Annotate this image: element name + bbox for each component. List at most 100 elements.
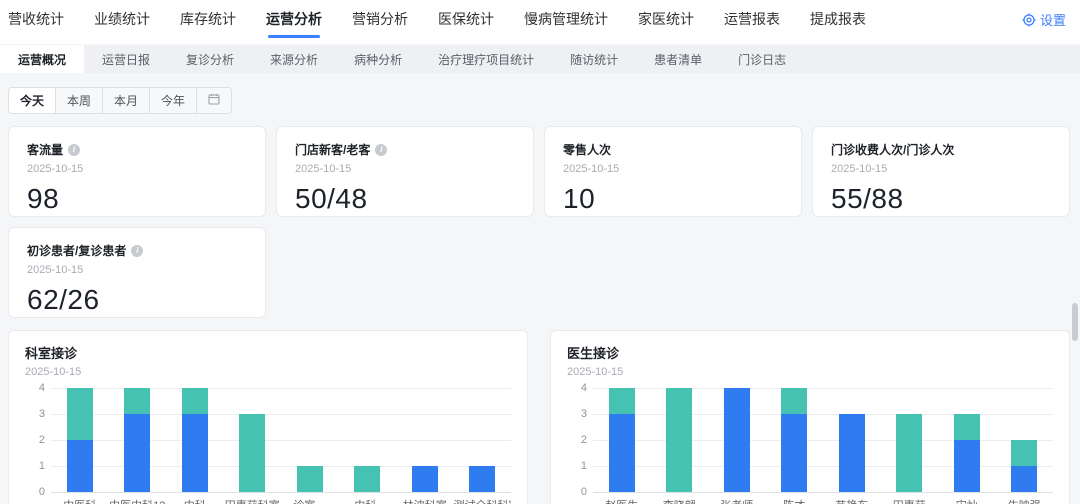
bar-slot <box>881 388 939 492</box>
bar-内科-[interactable] <box>354 466 381 492</box>
bar-segment-复诊人次[interactable] <box>953 414 980 440</box>
x-axis-label: 内科- <box>339 497 397 504</box>
x-axis-label: 宋灿 <box>938 497 996 504</box>
sub-nav-item-8[interactable]: 门诊日志 <box>720 45 804 73</box>
sub-nav-item-6[interactable]: 随访统计 <box>552 45 636 73</box>
bar-segment-复诊人次[interactable] <box>354 466 381 492</box>
sub-nav-item-2[interactable]: 复诊分析 <box>168 45 252 73</box>
bar-张老师[interactable] <box>723 388 750 492</box>
bar-segment-复诊人次[interactable] <box>896 414 923 492</box>
bar-测试全科科室[interactable] <box>469 466 496 492</box>
bar-slot <box>51 388 109 492</box>
chart-card-0: 科室接诊 2025-10-15 0 1 2 3 4 中医科中医内科12内科田惠茹科室诊室一内科… <box>8 330 528 504</box>
bar-牛映强[interactable] <box>1011 440 1038 492</box>
sub-nav-item-0[interactable]: 运营概况 <box>0 45 85 73</box>
bar-slot <box>708 388 766 492</box>
bar-陈才[interactable] <box>781 388 808 492</box>
sub-nav-item-3[interactable]: 来源分析 <box>252 45 336 73</box>
top-nav-item-8[interactable]: 运营报表 <box>724 9 780 38</box>
bar-slot <box>281 388 339 492</box>
sub-nav-item-4[interactable]: 病种分析 <box>336 45 420 73</box>
top-nav-item-3[interactable]: 运营分析 <box>266 9 322 38</box>
top-nav-item-6[interactable]: 慢病管理统计 <box>524 9 608 38</box>
stat-card-title: 门店新客/老客 i <box>295 141 515 158</box>
bar-segment-初诊人次[interactable] <box>781 414 808 492</box>
bar-segment-初诊人次[interactable] <box>608 414 635 492</box>
sub-nav-item-7[interactable]: 患者清单 <box>636 45 720 73</box>
filter-button-3[interactable]: 今年 <box>150 88 198 113</box>
bar-诊室一[interactable] <box>296 466 323 492</box>
bar-segment-初诊人次[interactable] <box>469 466 496 492</box>
sub-nav-item-5[interactable]: 治疗理疗项目统计 <box>420 45 552 73</box>
calendar-icon <box>208 93 220 108</box>
filter-button-2[interactable]: 本月 <box>103 88 151 113</box>
bar-李晓翩[interactable] <box>666 388 693 492</box>
bar-segment-复诊人次[interactable] <box>666 388 693 492</box>
top-nav-item-1[interactable]: 业绩统计 <box>94 9 150 38</box>
bar-林波科室[interactable] <box>411 466 438 492</box>
bar-田惠茹[interactable] <box>896 414 923 492</box>
y-axis-tick: 2 <box>38 434 45 446</box>
top-nav-item-9[interactable]: 提成报表 <box>810 9 866 38</box>
scrollbar-thumb[interactable] <box>1072 303 1078 341</box>
top-nav-item-2[interactable]: 库存统计 <box>180 9 236 38</box>
info-icon[interactable]: i <box>68 143 81 156</box>
date-picker-button[interactable] <box>197 88 232 113</box>
filter-button-1[interactable]: 本周 <box>56 88 104 113</box>
info-icon[interactable]: i <box>375 143 388 156</box>
chart-title: 科室接诊 <box>25 346 78 361</box>
stat-card-title: 初诊患者/复诊患者 i <box>27 242 247 259</box>
chart-date: 2025-10-15 <box>25 366 82 378</box>
bar-segment-复诊人次[interactable] <box>181 388 208 414</box>
stat-card-value: 10 <box>563 183 596 214</box>
stat-card-3: 门诊收费人次/门诊人次 2025-10-15 55/88 <box>812 126 1070 217</box>
sub-nav-item-1[interactable]: 运营日报 <box>84 45 168 73</box>
plot <box>593 388 1053 493</box>
bar-segment-初诊人次[interactable] <box>953 440 980 492</box>
filter-button-0[interactable]: 今天 <box>9 88 57 113</box>
bar-segment-初诊人次[interactable] <box>124 414 151 492</box>
bar-segment-复诊人次[interactable] <box>781 388 808 414</box>
bar-segment-初诊人次[interactable] <box>181 414 208 492</box>
x-axis-label: 测试全科科室 <box>454 497 512 504</box>
stat-card-title-text: 门诊收费人次/门诊人次 <box>831 143 955 157</box>
bar-segment-复诊人次[interactable] <box>124 388 151 414</box>
bar-内科[interactable] <box>181 388 208 492</box>
top-nav-item-7[interactable]: 家医统计 <box>638 9 694 38</box>
bar-segment-初诊人次[interactable] <box>66 440 93 492</box>
main-content: 今天 本周 本月 今年 客流量 i 2025-10-15 98 门店新客/老客 i 2025-10… <box>0 73 1080 504</box>
bar-segment-初诊人次[interactable] <box>838 414 865 492</box>
info-icon[interactable]: i <box>131 244 144 257</box>
bar-苗艳东[interactable] <box>838 414 865 492</box>
top-nav-item-5[interactable]: 医保统计 <box>438 9 494 38</box>
stat-card-title-text: 零售人次 <box>563 143 612 157</box>
settings-button[interactable]: 设置 <box>1022 0 1066 29</box>
bar-田惠茹科室[interactable] <box>239 414 266 492</box>
y-axis-tick: 0 <box>580 486 587 498</box>
x-axis-label: 田惠茹科室 <box>224 497 282 504</box>
x-axis-label: 诊室一 <box>281 497 339 504</box>
y-axis: 0 1 2 3 4 <box>25 382 51 498</box>
x-axis-label: 李晓翩 <box>651 497 709 504</box>
gear-icon <box>1022 13 1036 27</box>
bar-segment-复诊人次[interactable] <box>66 388 93 440</box>
bar-赵医生[interactable] <box>608 388 635 492</box>
bar-segment-初诊人次[interactable] <box>1011 466 1038 492</box>
stat-card-date: 2025-10-15 <box>831 163 888 175</box>
bar-中医内科12[interactable] <box>124 388 151 492</box>
stat-card-value: 62/26 <box>27 284 100 315</box>
bar-segment-复诊人次[interactable] <box>1011 440 1038 466</box>
bar-segment-复诊人次[interactable] <box>296 466 323 492</box>
bar-中医科[interactable] <box>66 388 93 492</box>
bar-segment-复诊人次[interactable] <box>239 414 266 492</box>
stat-card-0: 客流量 i 2025-10-15 98 <box>8 126 266 217</box>
top-nav-item-4[interactable]: 营销分析 <box>352 9 408 38</box>
top-nav-item-0[interactable]: 营收统计 <box>8 9 64 38</box>
bar-slot <box>166 388 224 492</box>
bar-segment-初诊人次[interactable] <box>723 388 750 492</box>
bar-宋灿[interactable] <box>953 414 980 492</box>
bar-segment-初诊人次[interactable] <box>411 466 438 492</box>
stat-card-title: 门诊收费人次/门诊人次 <box>831 141 1051 158</box>
bar-segment-复诊人次[interactable] <box>608 388 635 414</box>
charts-row: 科室接诊 2025-10-15 0 1 2 3 4 中医科中医内科12内科田惠茹科室诊室一内科… <box>8 330 1070 504</box>
